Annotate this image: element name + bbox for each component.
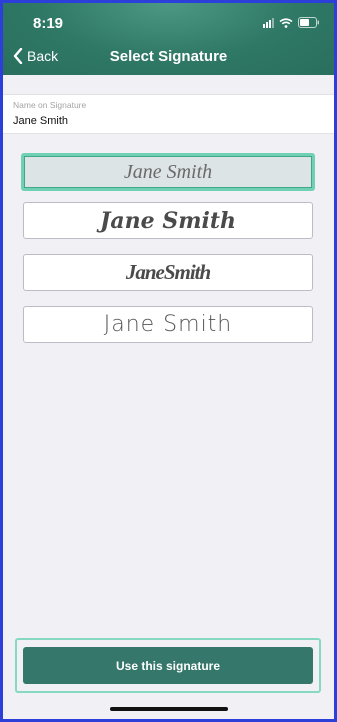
header: 8:19 Back Select Signature: [3, 3, 334, 75]
use-signature-button[interactable]: Use this signature: [23, 647, 313, 684]
name-on-signature-field[interactable]: Name on Signature Jane Smith: [3, 94, 334, 134]
status-icons: [263, 17, 320, 28]
battery-icon: [298, 17, 320, 28]
action-container: Use this signature: [15, 638, 321, 693]
phone-screen: 8:19 Back Select Signature Name on Signa…: [3, 3, 334, 719]
wifi-icon: [279, 17, 293, 28]
status-time: 8:19: [33, 15, 64, 32]
signature-option-3[interactable]: JaneSmith: [23, 254, 313, 291]
signature-option-2[interactable]: Jane Smith: [23, 202, 313, 239]
name-value: Jane Smith: [13, 115, 69, 127]
signal-icon: [263, 17, 274, 28]
signature-option-4[interactable]: Jane Smith: [23, 306, 313, 343]
name-caption: Name on Signature: [13, 100, 87, 110]
page-title: Select Signature: [109, 48, 228, 65]
signature-option-1[interactable]: Jane Smith: [21, 153, 315, 191]
home-indicator: [110, 707, 228, 711]
